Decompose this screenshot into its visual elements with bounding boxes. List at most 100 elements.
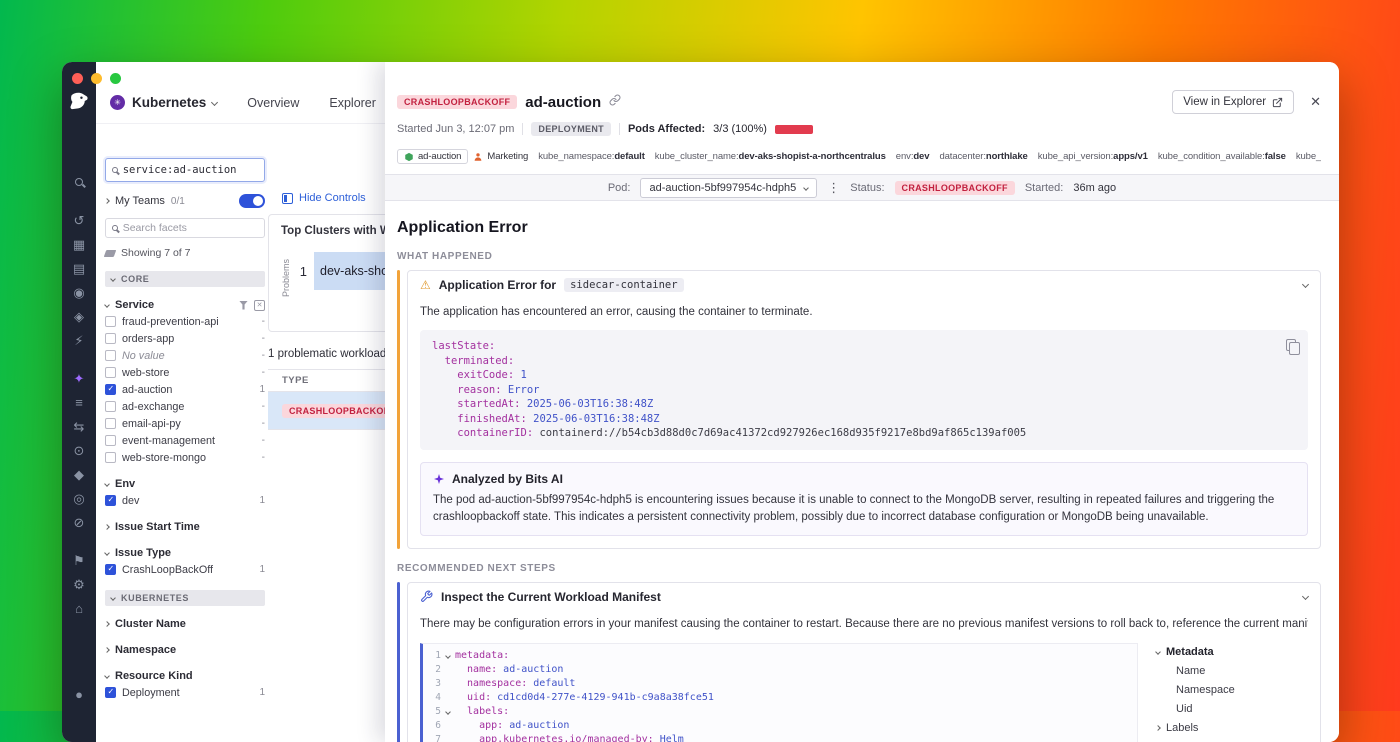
tree-node-labels[interactable]: Labels [1156, 719, 1308, 738]
error-tracking-icon[interactable]: ⊘ [62, 510, 96, 534]
fold-chevron-icon[interactable] [445, 653, 451, 659]
facet-item[interactable]: CrashLoopBackOff 1 [105, 561, 265, 578]
manifest-card-header[interactable]: Inspect the Current Workload Manifest [408, 583, 1320, 610]
chevron-right-icon[interactable] [104, 198, 110, 204]
facet-item[interactable]: web-store-mongo - [105, 449, 265, 466]
tag[interactable]: kube_condition_available:false [1158, 151, 1286, 162]
facet-group-namespace[interactable]: Namespace [105, 642, 265, 658]
page-title[interactable]: Kubernetes [132, 95, 206, 110]
checkbox-checked-icon[interactable] [105, 495, 116, 506]
facet-count-row: Showing 7 of 7 [105, 247, 265, 259]
minimize-window-button[interactable] [91, 73, 102, 84]
copy-icon[interactable] [1286, 339, 1296, 351]
security-icon[interactable]: ◆ [62, 462, 96, 486]
facet-item[interactable]: orders-app - [105, 330, 265, 347]
facet-item[interactable]: email-api-py - [105, 415, 265, 432]
infrastructure-icon[interactable]: ▤ [62, 256, 96, 280]
facet-group-service[interactable]: Service ✕ [105, 297, 265, 313]
tag[interactable]: kube_cluster_name:dev-aks-shopist-a-nort… [655, 151, 886, 162]
apm-icon[interactable]: ◉ [62, 280, 96, 304]
checkbox-icon[interactable] [105, 401, 116, 412]
settings-icon[interactable]: ⚙ [62, 572, 96, 596]
my-teams-row[interactable]: My Teams 0/1 [105, 192, 265, 210]
tree-node-metadata[interactable]: Metadata [1156, 643, 1308, 662]
facet-group-env[interactable]: Env [105, 476, 265, 492]
search-bar[interactable] [105, 158, 265, 182]
ci-icon[interactable]: ⇆ [62, 414, 96, 438]
facet-item[interactable]: No value - [105, 347, 265, 364]
link-icon[interactable] [609, 93, 621, 111]
fold-chevron-icon[interactable] [445, 709, 451, 715]
tree-node[interactable]: Namespace [1156, 681, 1308, 700]
close-icon[interactable]: ✕ [1310, 94, 1321, 110]
clear-filter-icon[interactable]: ✕ [254, 300, 265, 311]
facet-item[interactable]: ad-auction 1 [105, 381, 265, 398]
facet-search-input[interactable] [123, 222, 258, 234]
close-window-button[interactable] [72, 73, 83, 84]
monitors-icon[interactable]: ⚑ [62, 548, 96, 572]
account-icon[interactable]: ● [62, 682, 96, 706]
tab-explorer[interactable]: Explorer [329, 96, 376, 110]
issue-title: Application Error [397, 219, 1321, 237]
view-in-explorer-button[interactable]: View in Explorer [1172, 90, 1294, 114]
maximize-window-button[interactable] [110, 73, 121, 84]
chevron-down-icon[interactable] [1302, 593, 1309, 600]
my-teams-toggle[interactable] [239, 194, 265, 208]
eraser-icon[interactable] [104, 250, 117, 257]
search-icon[interactable] [62, 170, 96, 194]
section-kubernetes[interactable]: KUBERNETES [105, 590, 265, 606]
datadog-logo[interactable] [69, 92, 89, 110]
facet-item[interactable]: event-management - [105, 432, 265, 449]
kebab-menu-icon[interactable]: ⋮ [827, 180, 840, 196]
checkbox-icon[interactable] [105, 452, 116, 463]
facet-group-issue-start-time[interactable]: Issue Start Time [105, 519, 265, 535]
facet-item[interactable]: fraud-prevention-api - [105, 313, 265, 330]
tag-truncated[interactable]: kube_con... [1296, 151, 1321, 162]
facet-item[interactable]: dev 1 [105, 492, 265, 509]
dashboards-icon[interactable]: ▦ [62, 232, 96, 256]
checkbox-checked-icon[interactable] [105, 564, 116, 575]
chevron-down-icon[interactable] [211, 99, 218, 106]
tag[interactable]: env:dev [896, 151, 930, 162]
checkbox-checked-icon[interactable] [105, 687, 116, 698]
synthetics-icon[interactable]: ⊙ [62, 438, 96, 462]
tree-node[interactable]: Name [1156, 662, 1308, 681]
facet-item[interactable]: Deployment 1 [105, 684, 265, 701]
facet-item[interactable]: web-store - [105, 364, 265, 381]
chevron-down-icon[interactable] [1302, 281, 1309, 288]
recent-icon[interactable]: ↺ [62, 208, 96, 232]
section-core[interactable]: CORE [105, 271, 265, 287]
search-input[interactable] [123, 164, 258, 176]
checkbox-icon[interactable] [105, 418, 116, 429]
watchdog-icon[interactable]: ✦ [62, 366, 96, 390]
containers-icon[interactable]: ◈ [62, 304, 96, 328]
facet-item-label: dev [122, 495, 253, 507]
service-tag[interactable]: ad-auction [397, 149, 468, 164]
checkbox-icon[interactable] [105, 367, 116, 378]
tag[interactable]: kube_api_version:apps/v1 [1038, 151, 1148, 162]
events-icon[interactable]: ⚡ [62, 328, 96, 352]
sparkle-icon [433, 473, 445, 485]
facet-group-issue-type[interactable]: Issue Type [105, 545, 265, 561]
filter-icon[interactable] [239, 301, 248, 310]
error-card-header[interactable]: ⚠ Application Error for sidecar-containe… [408, 271, 1320, 298]
facet-item[interactable]: ad-exchange - [105, 398, 265, 415]
facet-group-cluster-name[interactable]: Cluster Name [105, 616, 265, 632]
tree-node[interactable]: Uid [1156, 700, 1308, 719]
checkbox-icon[interactable] [105, 333, 116, 344]
tag[interactable]: kube_namespace:default [538, 151, 645, 162]
rum-icon[interactable]: ◎ [62, 486, 96, 510]
checkbox-checked-icon[interactable] [105, 384, 116, 395]
tab-overview[interactable]: Overview [247, 96, 299, 110]
pod-selector[interactable]: ad-auction-5bf997954c-hdph5 [640, 178, 817, 198]
tag[interactable]: datacenter:northlake [939, 151, 1027, 162]
logs-icon[interactable]: ≡ [62, 390, 96, 414]
home-icon[interactable]: ⌂ [62, 596, 96, 620]
facet-search[interactable] [105, 218, 265, 238]
checkbox-icon[interactable] [105, 350, 116, 361]
team-tag[interactable]: Marketing [473, 151, 528, 162]
facet-group-resource-kind[interactable]: Resource Kind [105, 668, 265, 684]
checkbox-icon[interactable] [105, 435, 116, 446]
facet-item-count: - [262, 350, 265, 361]
checkbox-icon[interactable] [105, 316, 116, 327]
